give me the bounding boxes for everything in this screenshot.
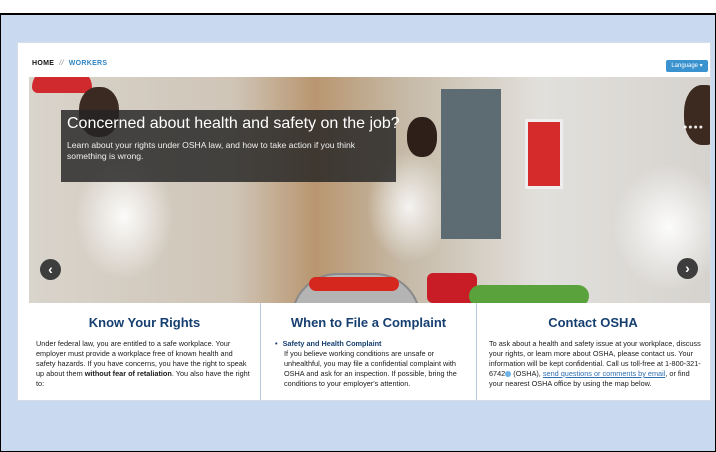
window-top-strip [0, 0, 716, 14]
file-complaint-text: Safety and Health Complaint If you belie… [275, 339, 468, 389]
contact-osha-text: To ask about a health and safety issue a… [489, 339, 702, 389]
hero-caption: Concerned about health and safety on the… [61, 110, 400, 182]
osha-page: HOME // WORKERS Language ▾ ●●●● Concerned … [18, 43, 710, 400]
know-your-rights-title[interactable]: Know Your Rights [29, 315, 260, 330]
top-bar: HOME // WORKERS Language ▾ [18, 43, 710, 77]
breadcrumb: HOME // WORKERS [32, 60, 107, 67]
file-complaint-column: When to File a Complaint Safety and Heal… [260, 303, 477, 400]
know-your-rights-text: Under federal law, you are entitled to a… [36, 339, 252, 389]
breadcrumb-separator: // [59, 60, 64, 67]
arrow-left-circle-icon[interactable]: ‹ [40, 259, 61, 280]
breadcrumb-home[interactable]: HOME [32, 60, 54, 67]
arrow-right-circle-icon[interactable]: › [677, 258, 698, 279]
hero-headline: Concerned about health and safety on the… [67, 115, 400, 132]
hero-photo-door [441, 89, 501, 239]
hero-photo-greens [469, 285, 589, 303]
hero-subtext: Learn about your rights under OSHA law, … [67, 140, 356, 161]
language-button[interactable]: Language ▾ [666, 60, 708, 72]
complaint-description: If you believe working conditions are un… [284, 349, 457, 388]
contact-text-part: (OSHA), [511, 369, 543, 378]
contact-osha-column: Contact OSHA To ask about a health and s… [476, 303, 710, 400]
hero-photo-red-cabinet [525, 119, 563, 189]
carousel-dots[interactable]: ●●●● [683, 124, 704, 131]
complaint-bullet-link[interactable]: Safety and Health Complaint [275, 339, 468, 349]
know-your-rights-column: Know Your Rights Under federal law, you … [29, 303, 260, 400]
contact-osha-title[interactable]: Contact OSHA [476, 315, 710, 330]
file-complaint-title[interactable]: When to File a Complaint [261, 315, 476, 330]
hero-photo-cap [32, 77, 92, 93]
breadcrumb-current[interactable]: WORKERS [69, 60, 108, 67]
info-columns: Know Your Rights Under federal law, you … [29, 303, 710, 400]
rights-text-bold: without fear of retaliation [84, 369, 172, 378]
hero-photo-person [407, 117, 437, 157]
hero-photo-tomatoes [309, 277, 399, 291]
email-link[interactable]: send questions or comments by email [543, 369, 665, 378]
hero-photo-person [684, 85, 710, 145]
